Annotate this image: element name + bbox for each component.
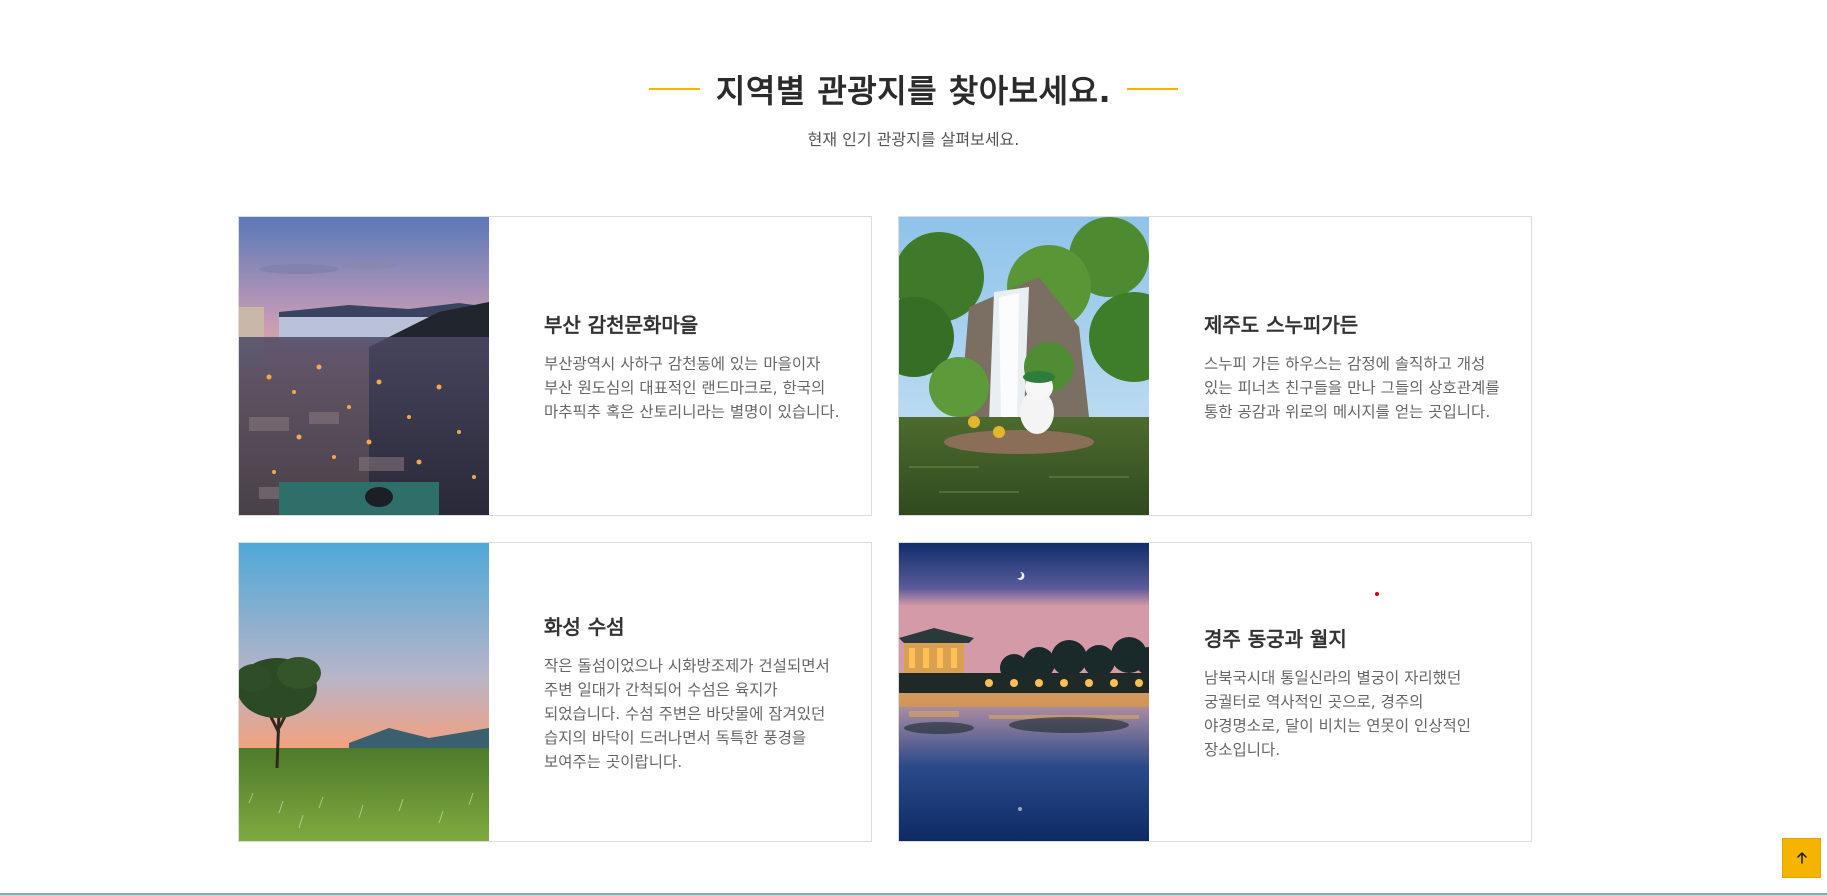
section-title: 지역별 관광지를 찾아보세요. (715, 72, 1112, 110)
card-body: 제주도 스누피가든 스누피 가든 하우스는 감정에 솔직하고 개성 있는 피너츠… (1204, 217, 1504, 515)
card-description: 남북국시대 통일신라의 별궁이 자리했던 궁궐터로 역사적인 곳으로, 경주의 … (1204, 668, 1472, 759)
title-row: 지역별 관광지를 찾아보세요. (0, 66, 1827, 112)
cursor-dot (1375, 592, 1379, 596)
card-body: 부산 감천문화마을 부산광역시 사하구 감천동에 있는 마을이자 부산 원도심의… (544, 217, 844, 515)
jeju-snoopy-garden-photo[interactable] (899, 217, 1149, 515)
card-body: 경주 동궁과 월지 남북국시대 통일신라의 별궁이 자리했던 궁궐터로 역사적인… (1204, 543, 1504, 841)
hwaseong-suseom-photo[interactable] (239, 543, 489, 841)
section-header: 지역별 관광지를 찾아보세요. 현재 인기 관광지를 살펴보세요. (0, 66, 1827, 150)
scroll-to-top-button[interactable] (1782, 838, 1821, 878)
card-description: 작은 돌섬이었으나 시화방조제가 건설되면서 주변 일대가 간척되어 수섬은 육… (544, 656, 830, 771)
card-title[interactable]: 화성 수섬 (544, 611, 844, 640)
title-decoration-left (648, 88, 700, 90)
attraction-card-hwaseong[interactable]: 화성 수섬 작은 돌섬이었으나 시화방조제가 건설되면서 주변 일대가 간척되어… (238, 542, 872, 842)
card-description: 스누피 가든 하우스는 감정에 솔직하고 개성 있는 피너츠 친구들을 만나 그… (1204, 354, 1500, 421)
card-title[interactable]: 제주도 스누피가든 (1204, 309, 1504, 338)
gyeongju-donggung-wolji-photo[interactable] (899, 543, 1149, 841)
section-subtitle: 현재 인기 관광지를 살펴보세요. (807, 130, 1020, 149)
attraction-card-busan[interactable]: 부산 감천문화마을 부산광역시 사하구 감천동에 있는 마을이자 부산 원도심의… (238, 216, 872, 516)
title-decoration-right (1127, 88, 1179, 90)
card-title[interactable]: 경주 동궁과 월지 (1204, 623, 1504, 652)
card-description: 부산광역시 사하구 감천동에 있는 마을이자 부산 원도심의 대표적인 랜드마크… (544, 354, 840, 421)
busan-gamcheon-village-photo[interactable] (239, 217, 489, 515)
card-body: 화성 수섬 작은 돌섬이었으나 시화방조제가 건설되면서 주변 일대가 간척되어… (544, 543, 844, 841)
arrow-up-icon (1796, 851, 1807, 864)
attraction-card-gyeongju[interactable]: 경주 동궁과 월지 남북국시대 통일신라의 별궁이 자리했던 궁궐터로 역사적인… (898, 542, 1532, 842)
card-title[interactable]: 부산 감천문화마을 (544, 309, 844, 338)
attraction-card-jeju[interactable]: 제주도 스누피가든 스누피 가든 하우스는 감정에 솔직하고 개성 있는 피너츠… (898, 216, 1532, 516)
